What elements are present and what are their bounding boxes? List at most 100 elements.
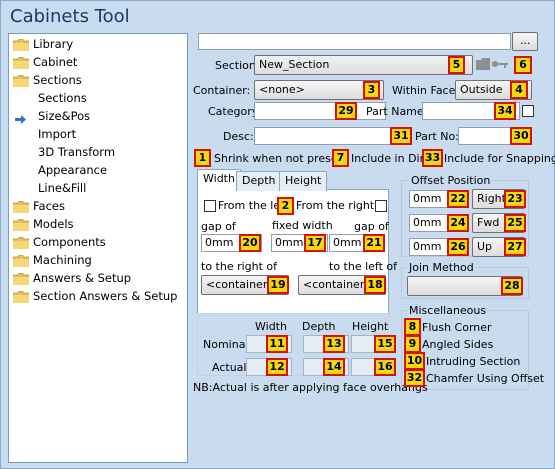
badge-9[interactable]: 9 — [404, 335, 421, 353]
badge-33[interactable]: 33 — [422, 149, 443, 167]
container-value: <none> — [259, 83, 305, 96]
badge-21: 21 — [363, 234, 385, 252]
badge-5: 5 — [448, 56, 465, 74]
badge-3: 3 — [363, 81, 380, 99]
dim-depth-header: Depth — [302, 320, 336, 333]
key-icon[interactable] — [492, 60, 508, 68]
tab-depth[interactable]: Depth — [236, 171, 282, 191]
badge-34: 34 — [494, 102, 516, 120]
badge-27: 27 — [504, 238, 526, 256]
folder-icon — [13, 291, 29, 303]
misc-option-label[interactable]: Angled Sides — [422, 338, 493, 351]
badge-15: 15 — [374, 335, 396, 353]
title-bar: Cabinets Tool — [1, 1, 554, 33]
navigation-tree[interactable]: Library Cabinet Sections Sections Size&Pos Im… — [8, 33, 188, 463]
tab-width[interactable]: Width — [197, 169, 241, 191]
window-title: Cabinets Tool — [10, 6, 130, 27]
desc-label: Desc: — [223, 130, 254, 143]
tree-item-label: Machining — [33, 253, 92, 267]
tree-item-label: Cabinet — [33, 55, 78, 69]
badge-20: 20 — [239, 234, 261, 252]
folder-icon[interactable] — [476, 58, 490, 70]
tree-item-label: Models — [33, 217, 74, 231]
badge-14: 14 — [323, 358, 345, 376]
folder-icon — [13, 57, 29, 69]
include-snap-label[interactable]: Include for Snapping — [444, 152, 555, 165]
badge-23: 23 — [504, 190, 526, 208]
badge-2: 2 — [277, 197, 294, 215]
folder-icon — [13, 273, 29, 285]
dim-height-header: Height — [352, 320, 389, 333]
folder-icon — [13, 255, 29, 267]
tree-item-label: 3D Transform — [38, 145, 116, 159]
badge-30: 30 — [510, 127, 532, 145]
badge-19: 19 — [267, 276, 289, 294]
nominal-label: Nominal: — [203, 338, 253, 351]
tree-item-label: Size&Pos — [38, 109, 91, 123]
tree-item-label: Library — [33, 37, 74, 51]
badge-25: 25 — [504, 214, 526, 232]
cabinets-tool-window: Cabinets Tool Library Cabinet Sections Sect… — [0, 0, 555, 469]
badge-7[interactable]: 7 — [332, 149, 349, 167]
browse-button[interactable]: ... — [512, 32, 538, 51]
shrink-label[interactable]: Shrink when not present — [214, 152, 349, 165]
part-name-label: Part Name: — [366, 105, 428, 118]
section-value: New_Section — [259, 58, 330, 71]
part-no-label: Part No: — [415, 130, 459, 143]
tree-item-label: Faces — [33, 199, 65, 213]
misc-option-label[interactable]: Intruding Section — [426, 355, 520, 368]
folder-icon — [13, 201, 29, 213]
container-label: Container: — [193, 84, 251, 97]
section-dropdown[interactable]: New_Section — [254, 55, 473, 75]
dims-note: NB:Actual is after applying face overhan… — [193, 381, 428, 394]
actual-label: Actual: — [212, 361, 251, 374]
badge-8[interactable]: 8 — [404, 318, 421, 336]
badge-26: 26 — [447, 238, 469, 256]
folder-icon — [13, 75, 29, 87]
from-right-checkbox[interactable] — [375, 200, 387, 212]
folder-icon — [13, 39, 29, 51]
badge-16: 16 — [374, 358, 396, 376]
part-name-checkbox[interactable] — [522, 105, 534, 117]
badge-32[interactable]: 32 — [404, 369, 425, 387]
from-left-checkbox[interactable] — [204, 200, 216, 212]
path-input[interactable] — [198, 33, 511, 50]
badge-22: 22 — [447, 190, 469, 208]
badge-31: 31 — [390, 127, 412, 145]
misc-option-label[interactable]: Flush Corner — [422, 321, 492, 334]
tree-item-label: Sections — [38, 91, 87, 105]
tree-item-label: Section Answers & Setup — [33, 289, 178, 303]
to-left-of-label: to the left of — [329, 260, 398, 273]
tree-item-label: Components — [33, 235, 106, 249]
folder-icon — [13, 219, 29, 231]
badge-11: 11 — [266, 335, 288, 353]
badge-24: 24 — [447, 214, 469, 232]
tab-height[interactable]: Height — [279, 171, 328, 191]
badge-17: 17 — [304, 234, 326, 252]
tree-item-label: Sections — [33, 73, 82, 87]
tree-item-label: Answers & Setup — [33, 271, 132, 285]
within-face-value: Outside — [460, 83, 503, 96]
main-panel: ... Section: New_Section 5 6 Container: … — [192, 32, 555, 463]
offset-position-title: Offset Position — [409, 174, 493, 187]
tree-item-label: Appearance — [38, 163, 108, 177]
desc-input[interactable] — [254, 127, 412, 145]
tree-item-label: Line&Fill — [38, 181, 87, 195]
dim-width-header: Width — [255, 320, 287, 333]
selection-arrow-icon — [15, 112, 26, 129]
misc-option-label[interactable]: Chamfer Using Offset — [426, 372, 544, 385]
badge-4: 4 — [510, 81, 528, 99]
badge-12: 12 — [266, 358, 288, 376]
tree-item-label: Import — [38, 127, 77, 141]
badge-28: 28 — [501, 277, 523, 295]
fixed-width-label: fixed width — [272, 219, 333, 232]
badge-29: 29 — [335, 102, 357, 120]
from-right-label: From the right — [296, 199, 375, 212]
badge-18: 18 — [364, 276, 386, 294]
section-label: Section: — [215, 59, 260, 72]
badge-10[interactable]: 10 — [404, 352, 425, 370]
badge-6: 6 — [514, 56, 532, 74]
badge-1[interactable]: 1 — [194, 149, 211, 167]
to-right-of-label: to the right of — [201, 260, 278, 273]
folder-icon — [13, 237, 29, 249]
